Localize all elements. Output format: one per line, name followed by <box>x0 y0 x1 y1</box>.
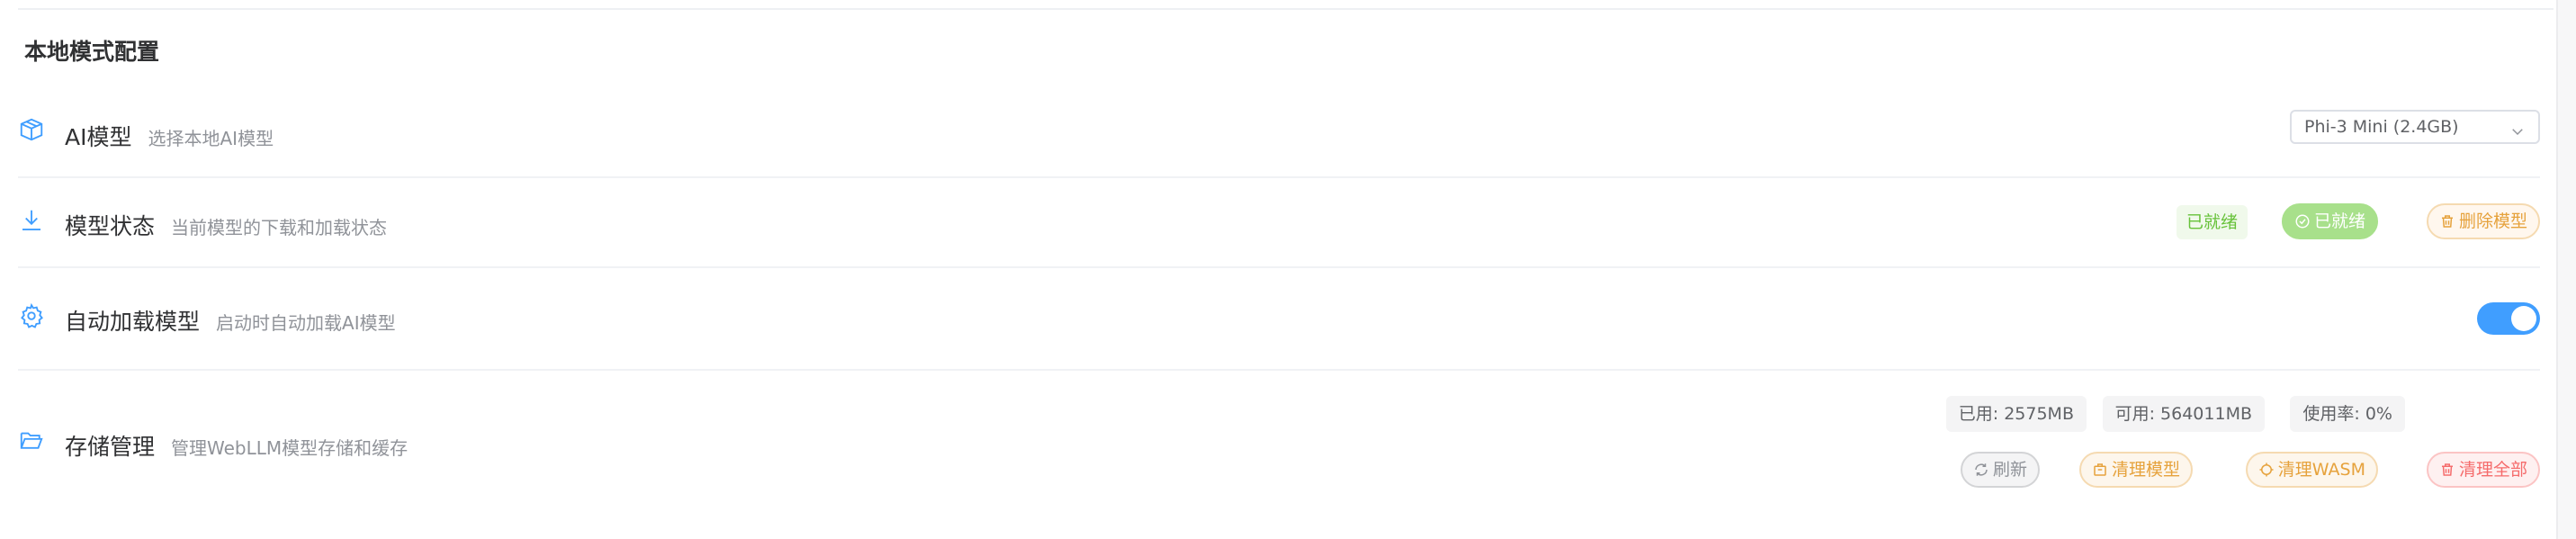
ready-button-label: 已就绪 <box>2313 211 2365 231</box>
box-icon <box>18 116 45 143</box>
row-label: 存储管理 管理WebLLM模型存储和缓存 <box>65 429 408 462</box>
delete-model-label: 删除模型 <box>2458 211 2527 231</box>
cpu-icon <box>2258 462 2275 478</box>
setting-title: 自动加载模型 <box>65 309 201 335</box>
setting-description: 启动时自动加载AI模型 <box>216 312 396 334</box>
gear-icon <box>18 302 45 329</box>
setting-title: AI模型 <box>65 124 132 150</box>
setting-title: 模型状态 <box>65 213 156 239</box>
refresh-button[interactable]: 刷新 <box>1960 452 2040 488</box>
setting-title: 存储管理 <box>65 434 156 460</box>
row-label: 模型状态 当前模型的下载和加载状态 <box>65 209 387 241</box>
trash-icon <box>2439 213 2455 229</box>
download-icon <box>18 207 45 234</box>
clear-models-label: 清理模型 <box>2111 460 2180 480</box>
folder-open-icon <box>18 427 45 454</box>
check-circle-icon <box>2294 213 2311 229</box>
clear-wasm-label: 清理WASM <box>2277 460 2365 480</box>
status-badge: 已就绪 <box>2176 205 2248 239</box>
clear-all-label: 清理全部 <box>2458 460 2527 480</box>
ready-button[interactable]: 已就绪 <box>2281 203 2378 239</box>
chevron-down-icon <box>2509 119 2526 136</box>
storage-usage-rate: 使用率: 0% <box>2290 396 2405 432</box>
setting-description: 管理WebLLM模型存储和缓存 <box>171 437 408 459</box>
storage-used: 已用: 2575MB <box>1945 396 2087 432</box>
scrollbar-track[interactable] <box>2556 0 2576 539</box>
clear-models-button[interactable]: 清理模型 <box>2078 452 2193 488</box>
setting-description: 选择本地AI模型 <box>148 128 274 149</box>
trash-icon <box>2439 462 2455 478</box>
setting-row-storage: 存储管理 管理WebLLM模型存储和缓存 已用: 2575MB 可用: 56401… <box>18 371 2540 515</box>
box-icon <box>2092 462 2108 478</box>
refresh-label: 刷新 <box>1992 460 2027 480</box>
top-divider <box>18 8 2554 10</box>
clear-all-button[interactable]: 清理全部 <box>2426 452 2540 488</box>
toggle-knob <box>2511 306 2536 331</box>
refresh-icon <box>1973 462 1989 478</box>
setting-row-model-status: 模型状态 当前模型的下载和加载状态 已就绪 已就绪 删除模型 <box>18 178 2540 268</box>
setting-row-auto-load: 自动加载模型 启动时自动加载AI模型 <box>18 268 2540 371</box>
auto-load-toggle[interactable] <box>2477 302 2540 335</box>
model-select-value: Phi-3 Mini (2.4GB) <box>2304 117 2459 137</box>
setting-row-ai-model: AI模型 选择本地AI模型 Phi-3 Mini (2.4GB) <box>18 90 2540 178</box>
clear-wasm-button[interactable]: 清理WASM <box>2245 452 2378 488</box>
row-label: AI模型 选择本地AI模型 <box>65 120 274 152</box>
storage-available: 可用: 564011MB <box>2102 396 2265 432</box>
section-title: 本地模式配置 <box>24 39 160 65</box>
setting-description: 当前模型的下载和加载状态 <box>171 217 388 238</box>
row-label: 自动加载模型 启动时自动加载AI模型 <box>65 304 396 337</box>
model-select[interactable]: Phi-3 Mini (2.4GB) <box>2290 110 2540 144</box>
delete-model-button[interactable]: 删除模型 <box>2426 203 2540 239</box>
